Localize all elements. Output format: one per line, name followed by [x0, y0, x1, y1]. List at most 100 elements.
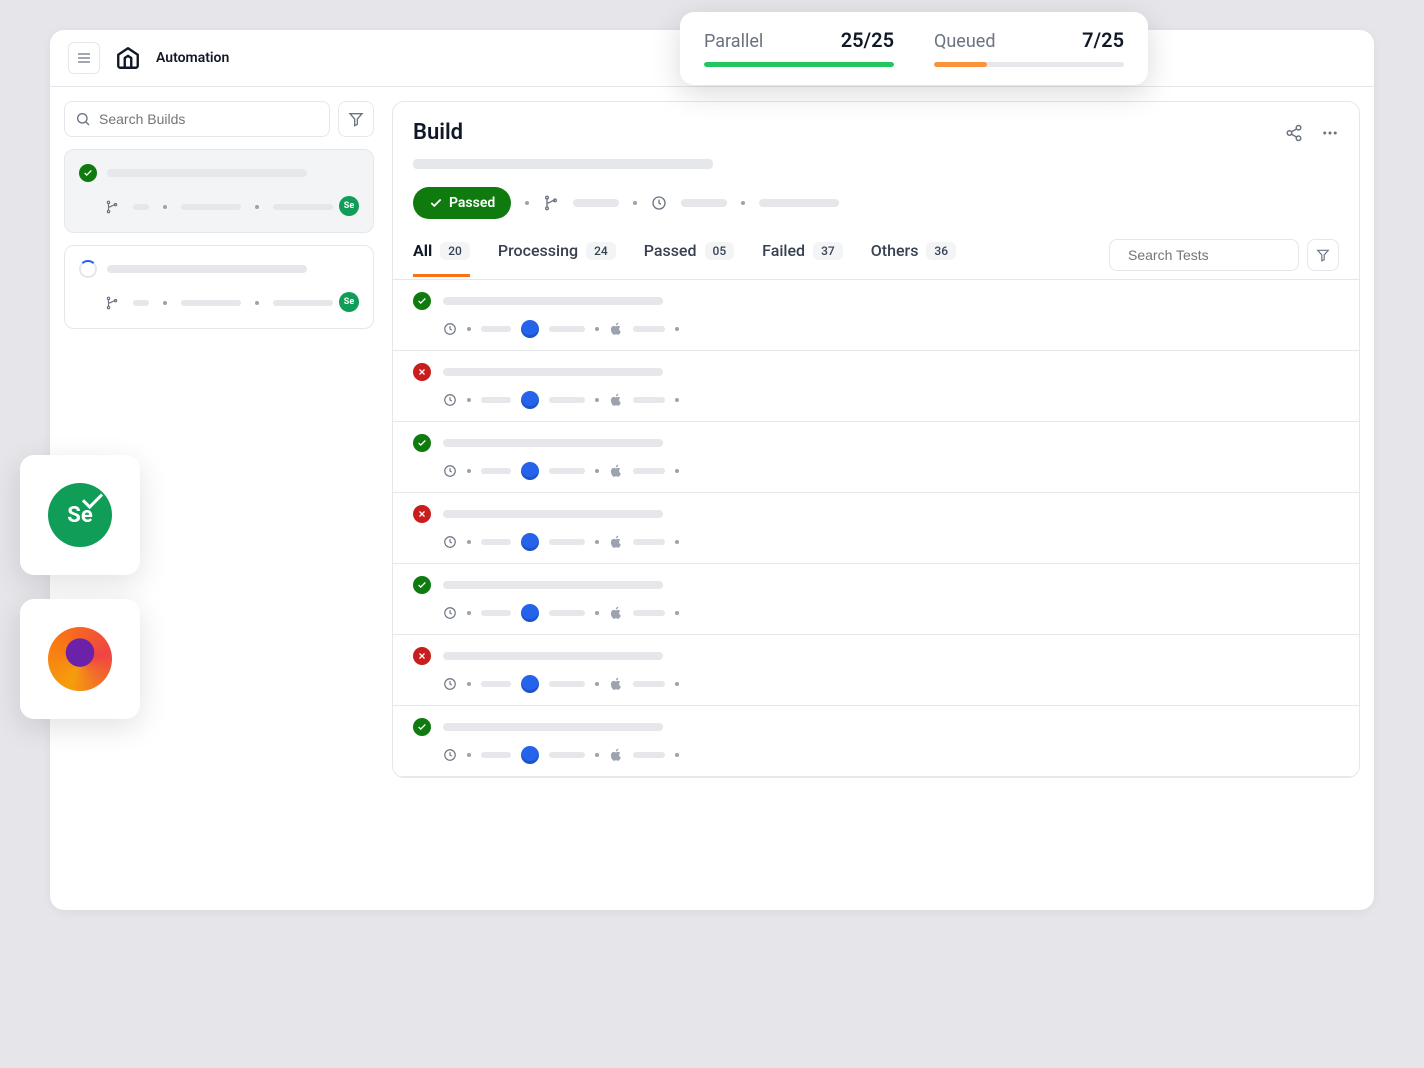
clock-icon [651, 195, 667, 211]
test-row[interactable] [393, 564, 1359, 635]
placeholder-line [443, 368, 663, 376]
build-card[interactable]: Se [64, 245, 374, 329]
filter-icon [1316, 248, 1330, 262]
firefox-icon [48, 627, 112, 691]
status-passed-icon [413, 292, 431, 310]
placeholder-line [549, 752, 585, 758]
placeholder-line [481, 326, 511, 332]
clock-icon [443, 464, 457, 478]
tab-processing[interactable]: Processing 24 [498, 241, 616, 277]
clock-icon [443, 677, 457, 691]
placeholder-line [549, 326, 585, 332]
search-builds-input[interactable] [64, 101, 330, 137]
placeholder-line [133, 204, 149, 210]
placeholder-line [273, 204, 333, 210]
apple-icon [609, 605, 623, 621]
dot-separator [675, 540, 679, 544]
dot-separator [595, 753, 599, 757]
stat-value: 25/25 [841, 28, 894, 52]
status-failed-icon [413, 363, 431, 381]
tab-failed[interactable]: Failed 37 [762, 241, 843, 277]
placeholder-line [633, 326, 665, 332]
test-row[interactable] [393, 351, 1359, 422]
search-icon [75, 111, 91, 127]
more-button[interactable] [1321, 124, 1339, 142]
clock-icon [443, 748, 457, 762]
placeholder-line [443, 581, 663, 589]
safari-icon [521, 746, 539, 764]
test-row[interactable] [393, 422, 1359, 493]
tab-passed[interactable]: Passed 05 [644, 241, 734, 277]
float-cards: Se [20, 455, 140, 719]
stats-card: Parallel 25/25 Queued 7/25 [680, 12, 1148, 85]
tab-all[interactable]: All 20 [413, 241, 470, 277]
dot-separator [595, 469, 599, 473]
build-card[interactable]: Se [64, 149, 374, 233]
menu-icon [76, 50, 92, 66]
placeholder-line [633, 397, 665, 403]
search-tests-input[interactable] [1109, 239, 1299, 271]
placeholder-line [633, 752, 665, 758]
search-tests-field[interactable] [1128, 247, 1309, 263]
progress-bar [934, 62, 1124, 67]
stat-label: Queued [934, 31, 995, 52]
tab-count: 36 [926, 242, 956, 260]
dot-separator [163, 205, 167, 209]
branch-icon [105, 200, 119, 214]
placeholder-line [443, 297, 663, 305]
progress-fill [934, 62, 987, 67]
placeholder-line [681, 199, 727, 207]
tab-count: 37 [813, 242, 843, 260]
build-status-label: Passed [449, 195, 495, 211]
selenium-badge: Se [339, 292, 359, 312]
placeholder-line [181, 204, 241, 210]
dot-separator [595, 682, 599, 686]
share-icon [1285, 124, 1303, 142]
apple-icon [609, 747, 623, 763]
safari-icon [521, 391, 539, 409]
placeholder-line [549, 681, 585, 687]
progress-bar [704, 62, 894, 67]
placeholder-line [107, 169, 307, 177]
search-builds-field[interactable] [99, 111, 319, 127]
test-row[interactable] [393, 706, 1359, 777]
filter-tests-button[interactable] [1307, 239, 1339, 271]
safari-icon [521, 533, 539, 551]
filter-builds-button[interactable] [338, 101, 374, 137]
dot-separator [675, 398, 679, 402]
dot-separator [163, 301, 167, 305]
dot-separator [675, 327, 679, 331]
selenium-badge: Se [339, 196, 359, 216]
search-builds-wrap [64, 101, 374, 137]
placeholder-line [759, 199, 839, 207]
test-row[interactable] [393, 635, 1359, 706]
clock-icon [443, 606, 457, 620]
safari-icon [521, 675, 539, 693]
tab-label: Passed [644, 241, 697, 260]
filter-icon [348, 111, 364, 127]
clock-icon [443, 322, 457, 336]
placeholder-line [549, 397, 585, 403]
tab-label: Processing [498, 241, 578, 260]
selenium-card: Se [20, 455, 140, 575]
check-icon [429, 196, 443, 210]
placeholder-line [633, 539, 665, 545]
build-title: Build [413, 120, 463, 145]
build-status-pill: Passed [413, 187, 511, 219]
dot-separator [467, 327, 471, 331]
dot-separator [467, 753, 471, 757]
selenium-icon: Se [48, 483, 112, 547]
placeholder-line [273, 300, 333, 306]
test-row[interactable] [393, 493, 1359, 564]
share-button[interactable] [1285, 124, 1303, 142]
dot-separator [467, 540, 471, 544]
placeholder-line [481, 468, 511, 474]
placeholder-line [549, 539, 585, 545]
dot-separator [741, 201, 745, 205]
test-row[interactable] [393, 280, 1359, 351]
placeholder-line [413, 159, 713, 169]
menu-button[interactable] [68, 42, 100, 74]
dot-separator [633, 201, 637, 205]
tab-others[interactable]: Others 36 [871, 241, 956, 277]
branch-icon [105, 296, 119, 310]
